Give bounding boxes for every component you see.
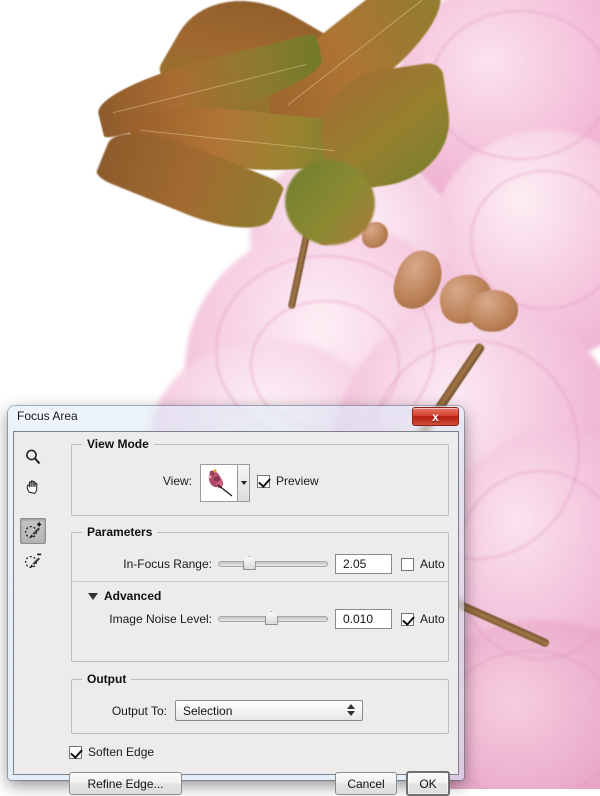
image-noise-level-slider[interactable] (218, 610, 328, 626)
in-focus-range-label: In-Focus Range: (123, 557, 212, 571)
zoom-tool[interactable] (20, 444, 46, 470)
brush-minus-icon (24, 553, 42, 569)
advanced-label: Advanced (104, 589, 162, 603)
tool-separator (20, 504, 54, 518)
view-label: View: (162, 474, 192, 488)
preview-label: Preview (276, 474, 319, 488)
petal-ridge (430, 10, 600, 160)
image-noise-level-auto-label: Auto (420, 612, 445, 626)
hand-tool[interactable] (20, 474, 46, 500)
view-dropdown-arrow[interactable] (237, 465, 249, 501)
output-group-label: Output (82, 672, 132, 686)
ok-button[interactable]: OK (406, 771, 450, 796)
in-focus-range-auto-checkbox[interactable]: Auto (401, 557, 445, 571)
close-icon: x (432, 409, 439, 424)
soften-edge-label: Soften Edge (88, 745, 155, 759)
updown-arrows-icon (347, 704, 355, 716)
dialog-client-area: View Mode View: Preview Parameters In-Fo… (13, 431, 459, 796)
in-focus-range-slider[interactable] (218, 555, 328, 571)
focus-area-subtract-tool[interactable] (20, 548, 46, 574)
image-noise-level-auto-checkbox[interactable]: Auto (401, 612, 445, 626)
parameters-divider (73, 581, 449, 582)
image-noise-level-input[interactable]: 0.010 (335, 609, 392, 629)
triangle-down-icon (88, 592, 98, 600)
view-mode-group-label: View Mode (82, 437, 154, 451)
tool-strip (20, 444, 54, 578)
image-noise-level-label: Image Noise Level: (109, 612, 212, 626)
soften-edge-checkbox[interactable]: Soften Edge (69, 745, 154, 759)
in-focus-range-slider-track (218, 561, 328, 567)
focus-area-dialog: Focus Area x View Mode View: Preview Par… (8, 406, 464, 796)
marching-ants-selection-thumbnail-icon (201, 465, 237, 501)
magnifier-icon (26, 449, 41, 465)
in-focus-range-auto-checkbox-box (401, 557, 414, 571)
preview-checkbox[interactable]: Preview (257, 474, 319, 488)
image-noise-level-auto-checkbox-box (401, 612, 414, 626)
view-mode-group: View Mode View: Preview (71, 437, 449, 516)
dialog-title: Focus Area (17, 409, 78, 423)
cancel-button[interactable]: Cancel (335, 772, 397, 795)
in-focus-range-input[interactable]: 2.05 (335, 554, 392, 574)
output-group: Output Output To: Selection (71, 672, 449, 734)
soften-edge-checkbox-box (69, 745, 82, 759)
in-focus-range-auto-label: Auto (420, 557, 445, 571)
dialog-titlebar[interactable]: Focus Area x (13, 406, 459, 430)
refine-edge-button[interactable]: Refine Edge... (69, 772, 182, 795)
output-to-select[interactable]: Selection (175, 700, 363, 721)
parameters-group: Parameters In-Focus Range: 2.05 Auto Adv… (71, 525, 449, 662)
image-noise-level-slider-thumb[interactable] (264, 611, 278, 625)
view-mode-combo[interactable] (200, 464, 250, 502)
close-button[interactable]: x (412, 407, 459, 426)
advanced-disclosure[interactable]: Advanced (88, 589, 161, 603)
chevron-down-icon (240, 481, 247, 485)
brush-plus-icon (24, 522, 42, 539)
parameters-group-label: Parameters (82, 525, 158, 539)
view-thumbnail (201, 465, 237, 501)
output-to-label: Output To: (111, 704, 167, 718)
preview-checkbox-box (257, 474, 270, 488)
in-focus-range-slider-thumb[interactable] (242, 556, 256, 570)
hand-icon (26, 480, 38, 494)
focus-area-add-tool[interactable] (20, 518, 46, 544)
output-to-value: Selection (183, 703, 233, 718)
